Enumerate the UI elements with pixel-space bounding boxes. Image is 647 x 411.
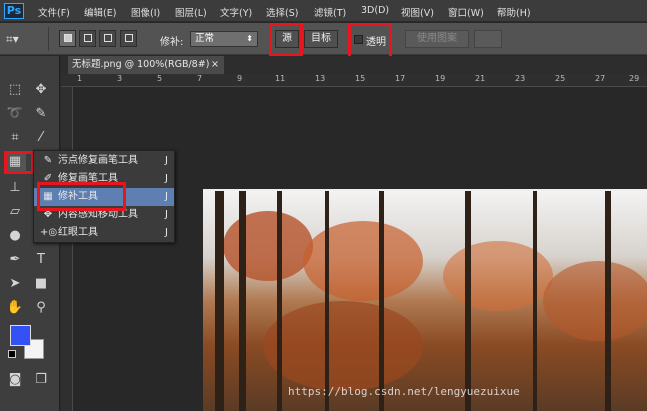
blur-tool-icon[interactable]: ● bbox=[4, 226, 26, 246]
path-selection-tool-icon[interactable]: ➤ bbox=[4, 274, 26, 294]
watermark: https://blog.csdn.net/lengyuezuixue bbox=[288, 385, 520, 398]
intersect-selection-button[interactable] bbox=[120, 30, 137, 47]
foliage bbox=[543, 261, 647, 341]
type-tool-icon[interactable]: T bbox=[30, 250, 52, 270]
ruler-number: 1 bbox=[77, 74, 83, 83]
ruler-number: 21 bbox=[475, 74, 486, 83]
patch-mode-value: 正常 bbox=[195, 33, 215, 44]
eraser-tool-icon[interactable]: ▱ bbox=[4, 202, 26, 222]
spot-healing-brush-icon: ✎ bbox=[43, 155, 53, 166]
target-button[interactable]: 目标 bbox=[304, 30, 338, 48]
ruler-number: 11 bbox=[275, 74, 286, 83]
menu-help[interactable]: 帮助(H) bbox=[497, 5, 531, 19]
document-tab-title: 无标题.png @ 100%(RGB/8#) bbox=[72, 59, 210, 70]
patch-tool-preset-icon[interactable]: ⌗▾ bbox=[6, 31, 28, 47]
menu-window[interactable]: 窗口(W) bbox=[448, 5, 484, 19]
lasso-tool-icon[interactable]: ➰ bbox=[4, 104, 26, 124]
menu-filter[interactable]: 滤镜(T) bbox=[314, 5, 346, 19]
hand-tool-icon[interactable]: ✋ bbox=[4, 298, 26, 318]
ruler-number: 5 bbox=[157, 74, 163, 83]
menu-3d[interactable]: 3D(D) bbox=[361, 5, 389, 16]
pattern-picker[interactable] bbox=[474, 30, 502, 48]
ruler-number: 17 bbox=[395, 74, 406, 83]
flyout-item-shortcut: J bbox=[165, 173, 168, 184]
foliage bbox=[303, 221, 423, 301]
menu-select[interactable]: 选择(S) bbox=[266, 5, 298, 19]
vertical-ruler bbox=[61, 87, 73, 411]
menu-edit[interactable]: 编辑(E) bbox=[84, 5, 116, 19]
patch-item-highlight-box bbox=[37, 182, 126, 211]
add-to-selection-button[interactable] bbox=[79, 30, 96, 47]
screen-mode-icon[interactable]: ❐ bbox=[30, 370, 52, 390]
stamp-tool-icon[interactable]: ⊥ bbox=[4, 178, 26, 198]
ruler-number: 15 bbox=[355, 74, 366, 83]
document-tab[interactable]: 无标题.png @ 100%(RGB/8#) × bbox=[68, 56, 224, 74]
flyout-item-shortcut: J bbox=[165, 191, 168, 202]
subtract-from-selection-button[interactable] bbox=[99, 30, 116, 47]
ruler-number: 9 bbox=[237, 74, 243, 83]
patch-mode-select[interactable]: 正常 ⬍ bbox=[190, 31, 258, 47]
chevron-down-icon: ⬍ bbox=[246, 34, 253, 43]
tree-trunk bbox=[605, 191, 611, 411]
horizontal-ruler: 1 3 5 7 9 11 13 15 17 19 21 23 25 27 29 bbox=[61, 74, 647, 87]
flyout-item-label: 污点修复画笔工具 bbox=[58, 155, 138, 166]
menu-view[interactable]: 视图(V) bbox=[401, 5, 434, 19]
menu-layer[interactable]: 图层(L) bbox=[175, 5, 207, 19]
rectangle-tool-icon[interactable]: ■ bbox=[30, 274, 52, 294]
quick-selection-tool-icon[interactable]: ✎ bbox=[30, 104, 52, 124]
tree-trunk bbox=[239, 191, 246, 411]
forest-photo[interactable] bbox=[203, 189, 647, 411]
use-pattern-button[interactable]: 使用图案 bbox=[405, 30, 469, 48]
menu-file[interactable]: 文件(F) bbox=[38, 5, 70, 19]
quick-mask-icon[interactable]: ◙ bbox=[4, 370, 26, 390]
ruler-number: 7 bbox=[197, 74, 203, 83]
tree-trunk bbox=[533, 191, 537, 411]
flyout-item-shortcut: J bbox=[165, 227, 168, 238]
default-colors-icon[interactable] bbox=[8, 350, 16, 358]
menu-bar: Ps 文件(F) 编辑(E) 图像(I) 图层(L) 文字(Y) 选择(S) 滤… bbox=[0, 0, 647, 22]
tool-highlight-box bbox=[4, 151, 34, 174]
ruler-number: 13 bbox=[315, 74, 326, 83]
source-highlight-box bbox=[269, 23, 303, 57]
pen-tool-icon[interactable]: ✒ bbox=[4, 250, 26, 270]
ruler-number: 19 bbox=[435, 74, 446, 83]
options-bar: ⌗▾ 修补: 正常 ⬍ 源 目标 透明 使用图案 bbox=[0, 23, 647, 55]
close-icon[interactable]: × bbox=[211, 56, 219, 74]
move-tool-icon[interactable]: ✥ bbox=[30, 80, 52, 100]
foliage bbox=[223, 211, 313, 281]
ruler-number: 3 bbox=[117, 74, 123, 83]
ruler-number: 27 bbox=[595, 74, 606, 83]
ruler-number: 29 bbox=[629, 74, 640, 83]
foreground-color-swatch[interactable] bbox=[10, 325, 31, 346]
tree-trunk bbox=[325, 191, 329, 411]
flyout-item-spot-healing-brush[interactable]: ✎ 污点修复画笔工具 J bbox=[34, 152, 174, 170]
menu-image[interactable]: 图像(I) bbox=[131, 5, 160, 19]
flyout-item-label: 红眼工具 bbox=[58, 227, 98, 238]
foliage bbox=[263, 301, 423, 391]
eyedropper-tool-icon[interactable]: ⁄ bbox=[30, 128, 52, 148]
menu-type[interactable]: 文字(Y) bbox=[220, 5, 252, 19]
flyout-item-shortcut: J bbox=[165, 155, 168, 166]
flyout-item-red-eye[interactable]: +◎ 红眼工具 J bbox=[34, 224, 174, 242]
zoom-tool-icon[interactable]: ⚲ bbox=[30, 298, 52, 318]
crop-tool-icon[interactable]: ⌗ bbox=[4, 128, 26, 148]
tree-trunk bbox=[277, 191, 282, 411]
ruler-number: 25 bbox=[555, 74, 566, 83]
divider bbox=[48, 27, 49, 51]
new-selection-button[interactable] bbox=[59, 30, 76, 47]
photoshop-logo: Ps bbox=[4, 3, 24, 19]
tree-trunk bbox=[465, 191, 471, 411]
marquee-tool-icon[interactable]: ⬚ bbox=[4, 80, 26, 100]
tree-trunk bbox=[215, 191, 224, 411]
tree-trunk bbox=[379, 191, 384, 411]
ruler-number: 23 bbox=[515, 74, 526, 83]
red-eye-icon: +◎ bbox=[40, 227, 58, 238]
patch-mode-label: 修补: bbox=[160, 37, 184, 48]
flyout-item-shortcut: J bbox=[165, 209, 168, 220]
